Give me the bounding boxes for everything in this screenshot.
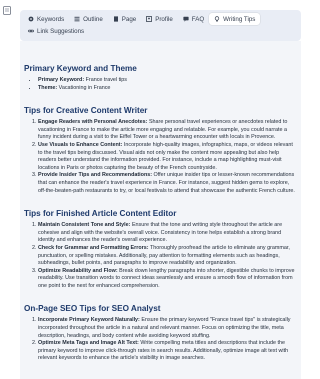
tab-label: Writing Tips — [223, 15, 256, 23]
list-item: Optimize Meta Tags and Image Alt Text: W… — [38, 340, 295, 363]
gear-icon — [28, 16, 34, 22]
tab-bar: Keywords Outline Page Profile FAQ Writin… — [20, 10, 301, 41]
item-label: Theme: — [38, 84, 58, 91]
item-label: Optimize Meta Tags and Image Alt Text: — [38, 340, 139, 347]
tab-profile[interactable]: Profile — [141, 13, 178, 25]
creative-writer-section: Tips for Creative Content Writer Engage … — [24, 106, 295, 195]
section-title: On-Page SEO Tips for SEO Analyst — [24, 304, 161, 314]
list-item: Provide Insider Tips and Recommendations… — [38, 172, 295, 195]
tab-page[interactable]: Page — [108, 13, 141, 25]
writing-tips-panel: Primary Keyword and Theme Primary Keywor… — [20, 41, 301, 379]
item-label: Incorporate Primary Keyword Naturally: — [38, 317, 140, 324]
item-text: France travel tips — [84, 77, 127, 83]
item-label: Check for Grammar and Formatting Errors: — [38, 244, 149, 251]
tab-label: FAQ — [191, 15, 205, 23]
section-title: Tips for Finished Article Content Editor — [24, 209, 177, 219]
tab-keywords[interactable]: Keywords — [23, 13, 69, 25]
list-item: Check for Grammar and Formatting Errors:… — [38, 245, 295, 268]
section-title: Tips for Creative Content Writer — [24, 106, 148, 116]
list-item: Incorporate Primary Keyword Naturally: E… — [38, 317, 295, 340]
keyword-theme-section: Primary Keyword and Theme Primary Keywor… — [24, 64, 295, 92]
tab-label: Outline — [83, 15, 103, 23]
tab-label: Keywords — [37, 15, 65, 23]
item-label: Provide Insider Tips and Recommendations… — [38, 172, 153, 179]
item-text: Vacationing in France — [57, 84, 111, 91]
tab-outline[interactable]: Outline — [69, 13, 108, 25]
item-label: Use Visuals to Enhance Content: — [38, 141, 123, 148]
item-label: Maintain Consistent Tone and Style: — [38, 222, 131, 229]
list-item: Theme: Vacationing in France — [38, 85, 295, 93]
seo-analyst-section: On-Page SEO Tips for SEO Analyst Incorpo… — [24, 304, 295, 363]
tab-link-suggestions[interactable]: Link Suggestions — [23, 25, 89, 37]
item-label: Primary Keyword: — [38, 77, 85, 83]
list-icon — [74, 16, 80, 22]
list-item: Optimize Readability and Flow: Break dow… — [38, 268, 295, 291]
tab-label: Link Suggestions — [37, 27, 85, 35]
page-icon — [113, 16, 119, 22]
list-item: Use Visuals to Enhance Content: Incorpor… — [38, 142, 295, 172]
list-item: Maintain Consistent Tone and Style: Ensu… — [38, 222, 295, 245]
list-item: Engage Readers with Personal Anecdotes: … — [38, 119, 295, 142]
link-icon — [28, 28, 34, 34]
tab-faq[interactable]: FAQ — [178, 13, 209, 25]
item-label: Engage Readers with Personal Anecdotes: — [38, 119, 148, 126]
tab-writing-tips[interactable]: Writing Tips — [209, 13, 261, 25]
list-item: Primary Keyword: France travel tips — [38, 77, 295, 85]
tab-label: Page — [121, 15, 137, 23]
document-icon[interactable] — [3, 2, 11, 15]
section-title: Primary Keyword and Theme — [24, 64, 137, 73]
item-label: Optimize Readability and Flow: — [38, 267, 118, 274]
faq-icon — [183, 16, 189, 22]
profile-icon — [146, 16, 153, 22]
lightbulb-icon — [214, 16, 220, 22]
content-editor-section: Tips for Finished Article Content Editor… — [24, 209, 295, 290]
tab-label: Profile — [155, 15, 173, 23]
